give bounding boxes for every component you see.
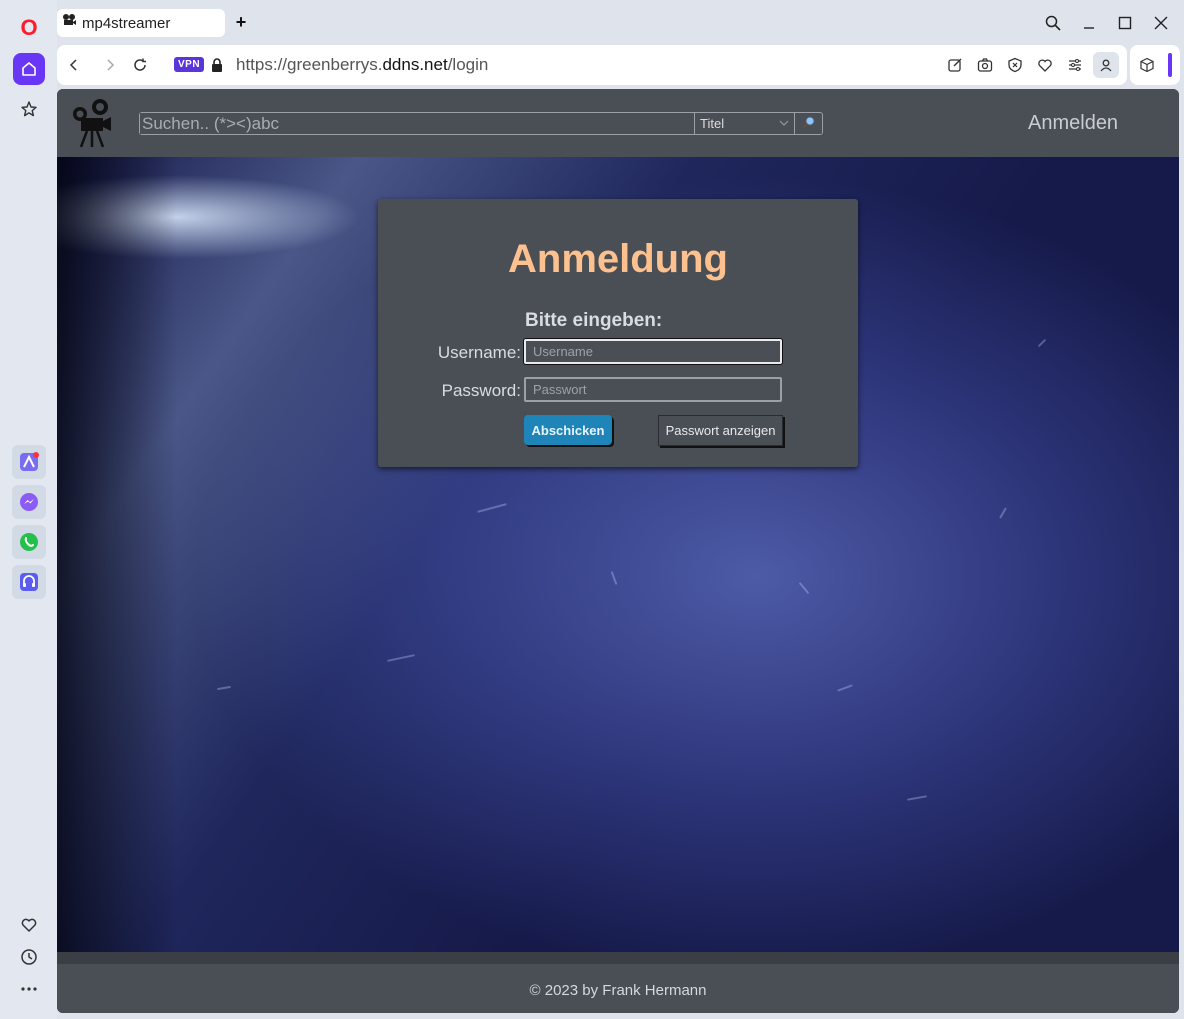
- music-player-icon[interactable]: [12, 565, 46, 599]
- site-header: Titel Anmelden: [57, 89, 1179, 157]
- login-card: Anmeldung Bitte eingeben: Username: Pass…: [378, 199, 858, 467]
- back-icon[interactable]: [64, 55, 84, 75]
- close-icon[interactable]: [1150, 12, 1172, 34]
- film-projector-logo-icon[interactable]: [71, 97, 113, 149]
- messenger-icon[interactable]: [12, 485, 46, 519]
- more-icon[interactable]: [13, 973, 45, 1005]
- history-icon[interactable]: [13, 941, 45, 973]
- submit-button[interactable]: Abschicken: [524, 415, 612, 445]
- new-tab-button[interactable]: +: [231, 12, 251, 32]
- film-projector-icon: [61, 13, 77, 34]
- page-viewport: Titel Anmelden Anmeldung Bitte ein: [57, 89, 1179, 1013]
- url-field[interactable]: https://greenberrys.ddns.net/login: [236, 55, 488, 75]
- opera-logo-icon[interactable]: O: [13, 12, 45, 44]
- browser-sidebar: O: [0, 0, 57, 1019]
- browser-tab[interactable]: mp4streamer: [57, 9, 225, 37]
- address-bar: VPN https://greenberrys.ddns.net/login: [57, 45, 1127, 85]
- snap-edit-icon[interactable]: [945, 55, 965, 75]
- chevron-down-icon: [779, 116, 789, 131]
- login-subtitle: Bitte eingeben:: [525, 310, 663, 331]
- star-icon[interactable]: [13, 93, 45, 125]
- extensions-area: [1130, 45, 1180, 85]
- login-nav-link[interactable]: Anmelden: [1028, 112, 1118, 135]
- lock-icon[interactable]: [207, 55, 227, 75]
- show-password-button[interactable]: Passwort anzeigen: [658, 415, 783, 446]
- maximize-icon[interactable]: [1114, 12, 1136, 34]
- profile-icon[interactable]: [1093, 52, 1119, 78]
- copyright-text: © 2023 by Frank Hermann: [529, 982, 707, 999]
- tab-title: mp4streamer: [82, 14, 171, 32]
- magnifier-icon: [802, 115, 816, 132]
- easy-setup-icon[interactable]: [1065, 55, 1085, 75]
- search-bar: Titel: [139, 112, 823, 135]
- reload-icon[interactable]: [130, 55, 150, 75]
- password-field[interactable]: [524, 377, 782, 402]
- background-vignette: [57, 157, 177, 952]
- url-prefix: https://greenberrys.: [236, 55, 383, 74]
- home-icon[interactable]: [13, 53, 45, 85]
- search-input[interactable]: [140, 113, 694, 134]
- search-tabs-icon[interactable]: [1042, 12, 1064, 34]
- aria-icon[interactable]: [12, 445, 46, 479]
- vpn-badge[interactable]: VPN: [174, 57, 205, 72]
- cube-icon[interactable]: [1137, 55, 1157, 75]
- username-field[interactable]: [524, 339, 782, 364]
- minimize-icon[interactable]: [1078, 12, 1100, 34]
- password-label: Password:: [441, 381, 521, 400]
- username-label: Username:: [437, 343, 521, 362]
- url-path: /login: [447, 55, 489, 74]
- heart-icon[interactable]: [13, 909, 45, 941]
- heart-bookmark-icon[interactable]: [1035, 55, 1055, 75]
- url-domain: ddns.net: [382, 55, 448, 74]
- whatsapp-icon[interactable]: [12, 525, 46, 559]
- camera-icon[interactable]: [975, 55, 995, 75]
- sidebar-panel-indicator: [1168, 53, 1172, 77]
- site-footer: © 2023 by Frank Hermann: [57, 952, 1179, 1013]
- search-filter-value: Titel: [700, 116, 725, 131]
- shield-icon[interactable]: [1005, 55, 1025, 75]
- search-filter-select[interactable]: Titel: [694, 113, 794, 134]
- search-button[interactable]: [794, 113, 823, 134]
- login-title: Anmeldung: [508, 237, 728, 281]
- forward-icon[interactable]: [100, 55, 120, 75]
